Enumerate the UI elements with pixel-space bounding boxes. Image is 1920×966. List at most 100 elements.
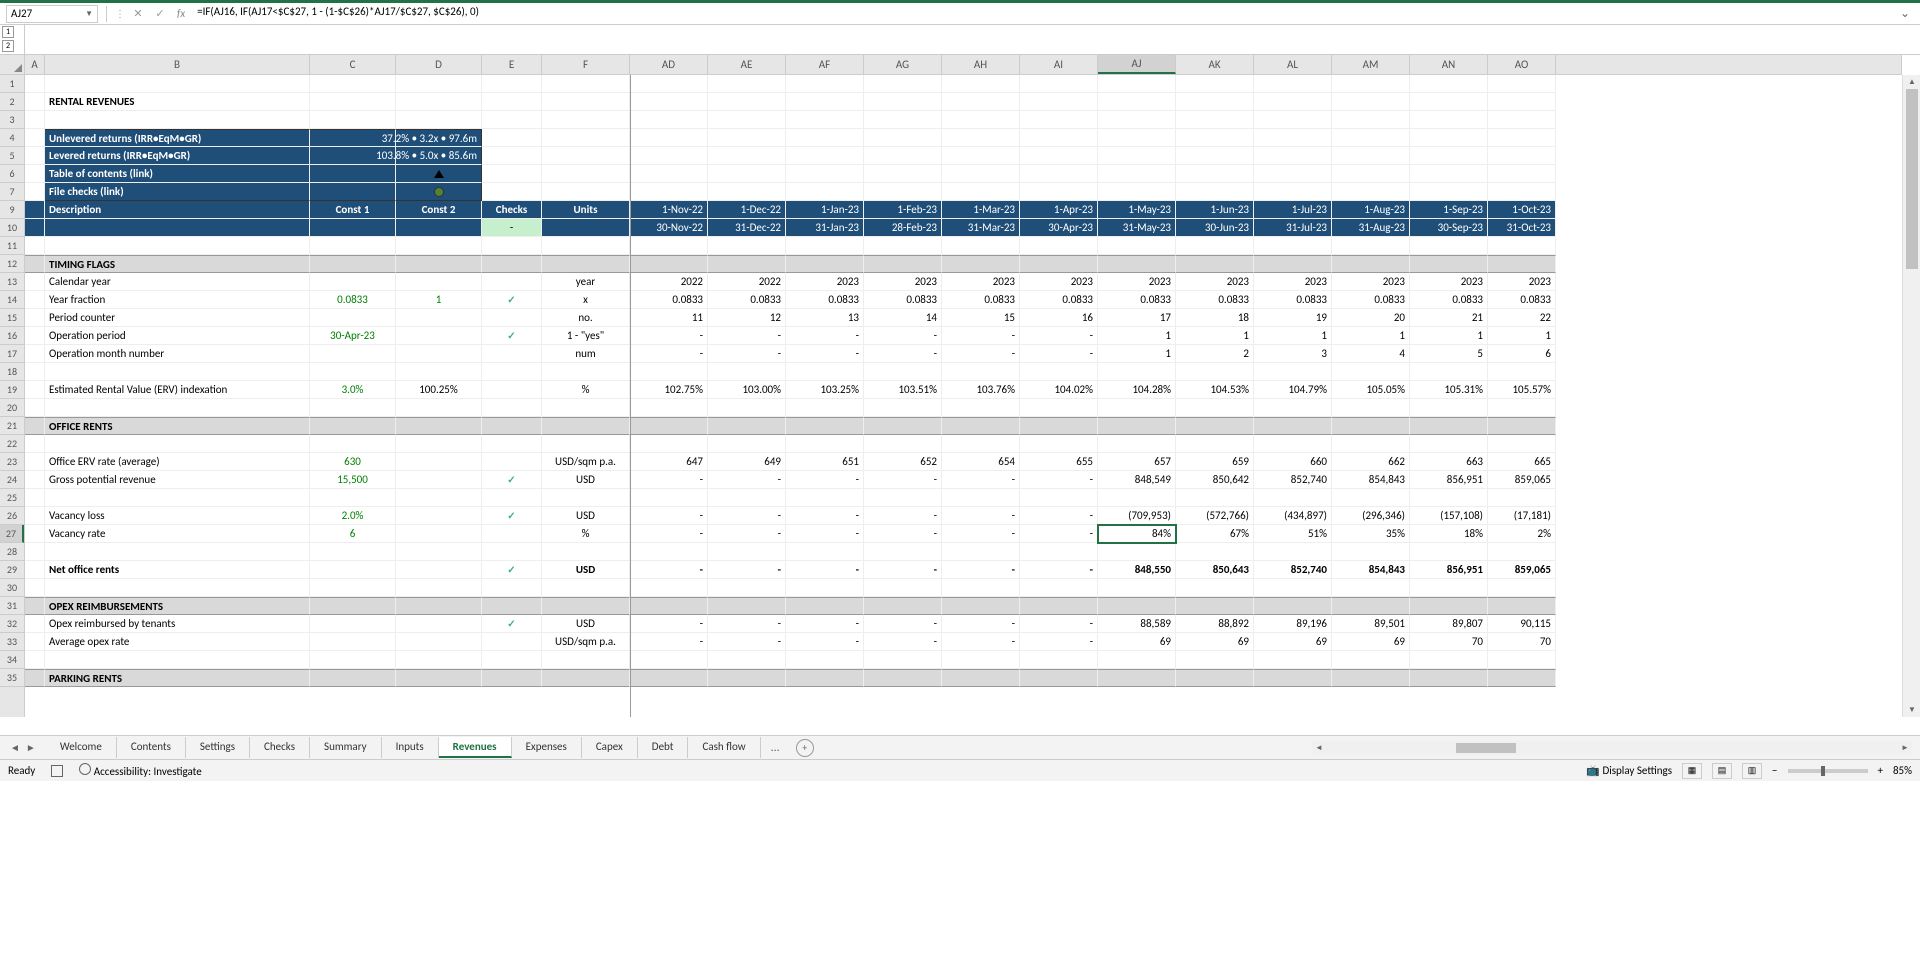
cell-AK34[interactable] (1176, 651, 1254, 669)
cell-AN24[interactable]: 856,951 (1410, 471, 1488, 489)
cell-C35[interactable] (310, 669, 396, 687)
cell-AN4[interactable] (1410, 129, 1488, 147)
cell-AM2[interactable] (1332, 93, 1410, 111)
cell-B28[interactable] (45, 543, 310, 561)
cell-AL25[interactable] (1254, 489, 1332, 507)
enter-formula-icon[interactable]: ✓ (151, 5, 169, 23)
row-header-27[interactable]: 27 (0, 525, 24, 543)
cell-AI6[interactable] (1020, 165, 1098, 183)
cell-AH20[interactable] (942, 399, 1020, 417)
row-header-35[interactable]: 35 (0, 669, 24, 687)
cell-AM15[interactable]: 20 (1332, 309, 1410, 327)
cell-AG15[interactable]: 14 (864, 309, 942, 327)
vertical-scrollbar[interactable]: ▲ ▼ (1902, 75, 1920, 717)
cell-B33[interactable]: Average opex rate (45, 633, 310, 651)
cell-AJ26[interactable]: (709,953) (1098, 507, 1176, 525)
cell-D18[interactable] (396, 363, 482, 381)
cell-AJ20[interactable] (1098, 399, 1176, 417)
cell-AL24[interactable]: 852,740 (1254, 471, 1332, 489)
cell-AH24[interactable]: - (942, 471, 1020, 489)
column-header-AO[interactable]: AO (1488, 55, 1556, 74)
cell-AI26[interactable]: - (1020, 507, 1098, 525)
cell-AJ25[interactable] (1098, 489, 1176, 507)
cell-AM30[interactable] (1332, 579, 1410, 597)
cell-AD3[interactable] (630, 111, 708, 129)
cell-AE33[interactable]: - (708, 633, 786, 651)
cell-AJ22[interactable] (1098, 435, 1176, 453)
cell-D20[interactable] (396, 399, 482, 417)
cell-AK22[interactable] (1176, 435, 1254, 453)
cell-D13[interactable] (396, 273, 482, 291)
cell-AO3[interactable] (1488, 111, 1556, 129)
cell-AJ23[interactable]: 657 (1098, 453, 1176, 471)
cell-E28[interactable] (482, 543, 542, 561)
cell-AG32[interactable]: - (864, 615, 942, 633)
sheet-tab-summary[interactable]: Summary (310, 737, 382, 758)
page-break-view-icon[interactable]: ▥ (1742, 763, 1762, 779)
cell-AK16[interactable]: 1 (1176, 327, 1254, 345)
cell-B25[interactable] (45, 489, 310, 507)
cell-AI16[interactable]: - (1020, 327, 1098, 345)
cell-D12[interactable] (396, 255, 482, 273)
cell-AN13[interactable]: 2023 (1410, 273, 1488, 291)
cell-C32[interactable] (310, 615, 396, 633)
cell-E35[interactable] (482, 669, 542, 687)
cell-AJ4[interactable] (1098, 129, 1176, 147)
cell-E18[interactable] (482, 363, 542, 381)
cell-AG2[interactable] (864, 93, 942, 111)
cell-C33[interactable] (310, 633, 396, 651)
cell-E12[interactable] (482, 255, 542, 273)
cell-A7[interactable] (25, 183, 45, 201)
cell-AE20[interactable] (708, 399, 786, 417)
cell-AE26[interactable]: - (708, 507, 786, 525)
cell-AG22[interactable] (864, 435, 942, 453)
cell-E33[interactable] (482, 633, 542, 651)
cell-AM28[interactable] (1332, 543, 1410, 561)
cell-AE2[interactable] (708, 93, 786, 111)
cell-AO2[interactable] (1488, 93, 1556, 111)
cell-C2[interactable] (310, 93, 396, 111)
cell-AN27[interactable]: 18% (1410, 525, 1488, 543)
cell-F30[interactable] (542, 579, 630, 597)
cell-AI30[interactable] (1020, 579, 1098, 597)
cell-E19[interactable] (482, 381, 542, 399)
cell-A12[interactable] (25, 255, 45, 273)
cell-AM21[interactable] (1332, 417, 1410, 435)
cell-AJ1[interactable] (1098, 75, 1176, 93)
cell-AO17[interactable]: 6 (1488, 345, 1556, 363)
cell-A29[interactable] (25, 561, 45, 579)
cell-D6[interactable] (396, 165, 482, 183)
sheet-tab-revenues[interactable]: Revenues (439, 737, 512, 758)
cell-F6[interactable] (542, 165, 630, 183)
cell-AD15[interactable]: 11 (630, 309, 708, 327)
cell-B29[interactable]: Net office rents (45, 561, 310, 579)
cell-AN14[interactable]: 0.0833 (1410, 291, 1488, 309)
cell-B26[interactable]: Vacancy loss (45, 507, 310, 525)
cell-B35[interactable]: PARKING RENTS (45, 669, 310, 687)
cell-AH17[interactable]: - (942, 345, 1020, 363)
fx-icon[interactable]: fx (177, 7, 185, 20)
cell-AK19[interactable]: 104.53% (1176, 381, 1254, 399)
cell-AD18[interactable] (630, 363, 708, 381)
column-header-AN[interactable]: AN (1410, 55, 1488, 74)
cell-AN21[interactable] (1410, 417, 1488, 435)
cell-AH28[interactable] (942, 543, 1020, 561)
cell-AD25[interactable] (630, 489, 708, 507)
cell-AO14[interactable]: 0.0833 (1488, 291, 1556, 309)
cell-F16[interactable]: 1 - "yes" (542, 327, 630, 345)
cell-AG17[interactable]: - (864, 345, 942, 363)
cell-AI7[interactable] (1020, 183, 1098, 201)
cell-E32[interactable]: ✓ (482, 615, 542, 633)
cell-F2[interactable] (542, 93, 630, 111)
row-header-28[interactable]: 28 (0, 543, 24, 561)
cell-AE31[interactable] (708, 597, 786, 615)
cell-AJ7[interactable] (1098, 183, 1176, 201)
row-header-24[interactable]: 24 (0, 471, 24, 489)
cell-AI10[interactable]: 30-Apr-23 (1020, 219, 1098, 237)
row-header-13[interactable]: 13 (0, 273, 24, 291)
cell-B30[interactable] (45, 579, 310, 597)
cell-F22[interactable] (542, 435, 630, 453)
row-header-3[interactable]: 3 (0, 111, 24, 129)
cell-AE21[interactable] (708, 417, 786, 435)
cell-C29[interactable] (310, 561, 396, 579)
